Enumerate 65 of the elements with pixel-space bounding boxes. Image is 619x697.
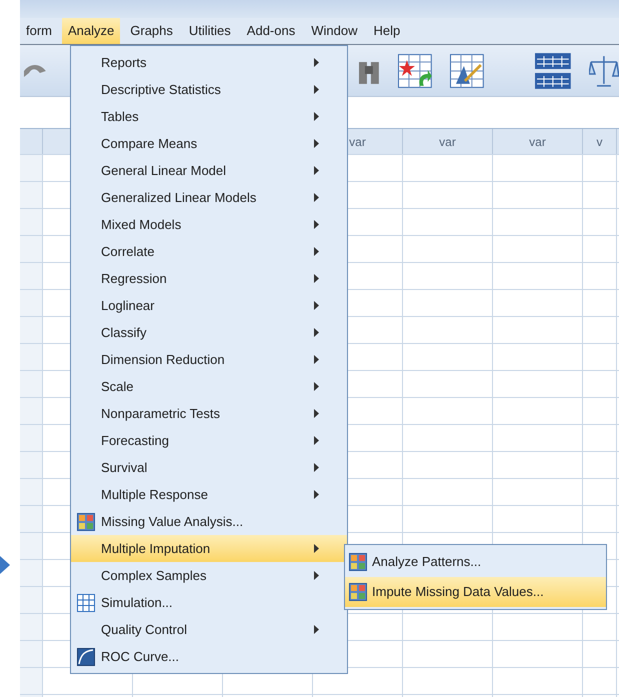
table-icon[interactable] [535, 52, 572, 88]
menu-bar-item[interactable]: Utilities [182, 18, 237, 44]
menu-item[interactable]: General Linear Model [71, 157, 347, 184]
caret-icon [314, 490, 319, 499]
menu-item[interactable]: Impute Missing Data Values... [345, 577, 606, 607]
menu-item[interactable]: Quality Control [71, 616, 347, 643]
menu-item[interactable]: Descriptive Statistics [71, 76, 347, 103]
column-header[interactable]: var [403, 129, 493, 154]
caret-icon [314, 409, 319, 418]
menu-item[interactable]: ROC Curve... [71, 643, 347, 670]
menu-item[interactable]: Generalized Linear Models [71, 184, 347, 211]
table-icon [77, 594, 95, 612]
menu-item[interactable]: Dimension Reduction [71, 346, 347, 373]
caret-icon [314, 301, 319, 310]
menu-bar-item[interactable]: Analyze [62, 18, 120, 44]
table-edit-icon[interactable] [450, 54, 484, 88]
caret-icon [314, 463, 319, 472]
caret-icon [314, 247, 319, 256]
menu-item[interactable]: Multiple Imputation [71, 535, 347, 562]
undo-icon[interactable] [22, 62, 48, 78]
grid-icon [77, 512, 95, 530]
menu-item[interactable]: Forecasting [71, 427, 347, 454]
menu-item[interactable]: Survival [71, 454, 347, 481]
column-header[interactable]: v [583, 129, 617, 154]
caret-icon [314, 274, 319, 283]
caret-icon [314, 355, 319, 364]
caret-icon [314, 85, 319, 94]
menu-bar-item[interactable]: Add-ons [240, 18, 302, 44]
menu-item[interactable]: Mixed Models [71, 211, 347, 238]
menu-item[interactable]: Reports [71, 49, 347, 76]
menu-item[interactable]: Classify [71, 319, 347, 346]
caret-icon [314, 625, 319, 634]
column-header[interactable]: var [493, 129, 583, 154]
menu-item[interactable]: Complex Samples [71, 562, 347, 589]
menu-item[interactable]: Correlate [71, 238, 347, 265]
menu-item[interactable]: Scale [71, 373, 347, 400]
menu-item[interactable]: Regression [71, 265, 347, 292]
arrow-icon [0, 556, 10, 574]
caret-icon [314, 112, 319, 121]
menu-bar-item[interactable]: Help [367, 18, 406, 44]
caret-icon [314, 436, 319, 445]
caret-icon [314, 544, 319, 553]
caret-icon [314, 166, 319, 175]
menu-bar-item[interactable]: form [20, 18, 58, 44]
caret-icon [314, 328, 319, 337]
caret-icon [314, 571, 319, 580]
menu-item[interactable]: Simulation... [71, 589, 347, 616]
menu-bar-item[interactable]: Graphs [124, 18, 179, 44]
caret-icon [314, 58, 319, 67]
caret-icon [314, 193, 319, 202]
menu-item[interactable]: Nonparametric Tests [71, 400, 347, 427]
grid-icon [349, 553, 367, 571]
caret-icon [314, 220, 319, 229]
scale-icon[interactable] [589, 54, 619, 88]
menu-item[interactable]: Analyze Patterns... [345, 547, 606, 577]
caret-icon [314, 382, 319, 391]
menu-bar-item[interactable]: Window [305, 18, 364, 44]
table-star-icon[interactable] [398, 54, 432, 88]
menu-item[interactable]: Loglinear [71, 292, 347, 319]
menu-item[interactable]: Tables [71, 103, 347, 130]
caret-icon [314, 139, 319, 148]
grid-icon [349, 583, 367, 601]
menu-item[interactable]: Missing Value Analysis... [71, 508, 347, 535]
menu-item[interactable]: Multiple Response [71, 481, 347, 508]
curve-icon [77, 648, 95, 666]
